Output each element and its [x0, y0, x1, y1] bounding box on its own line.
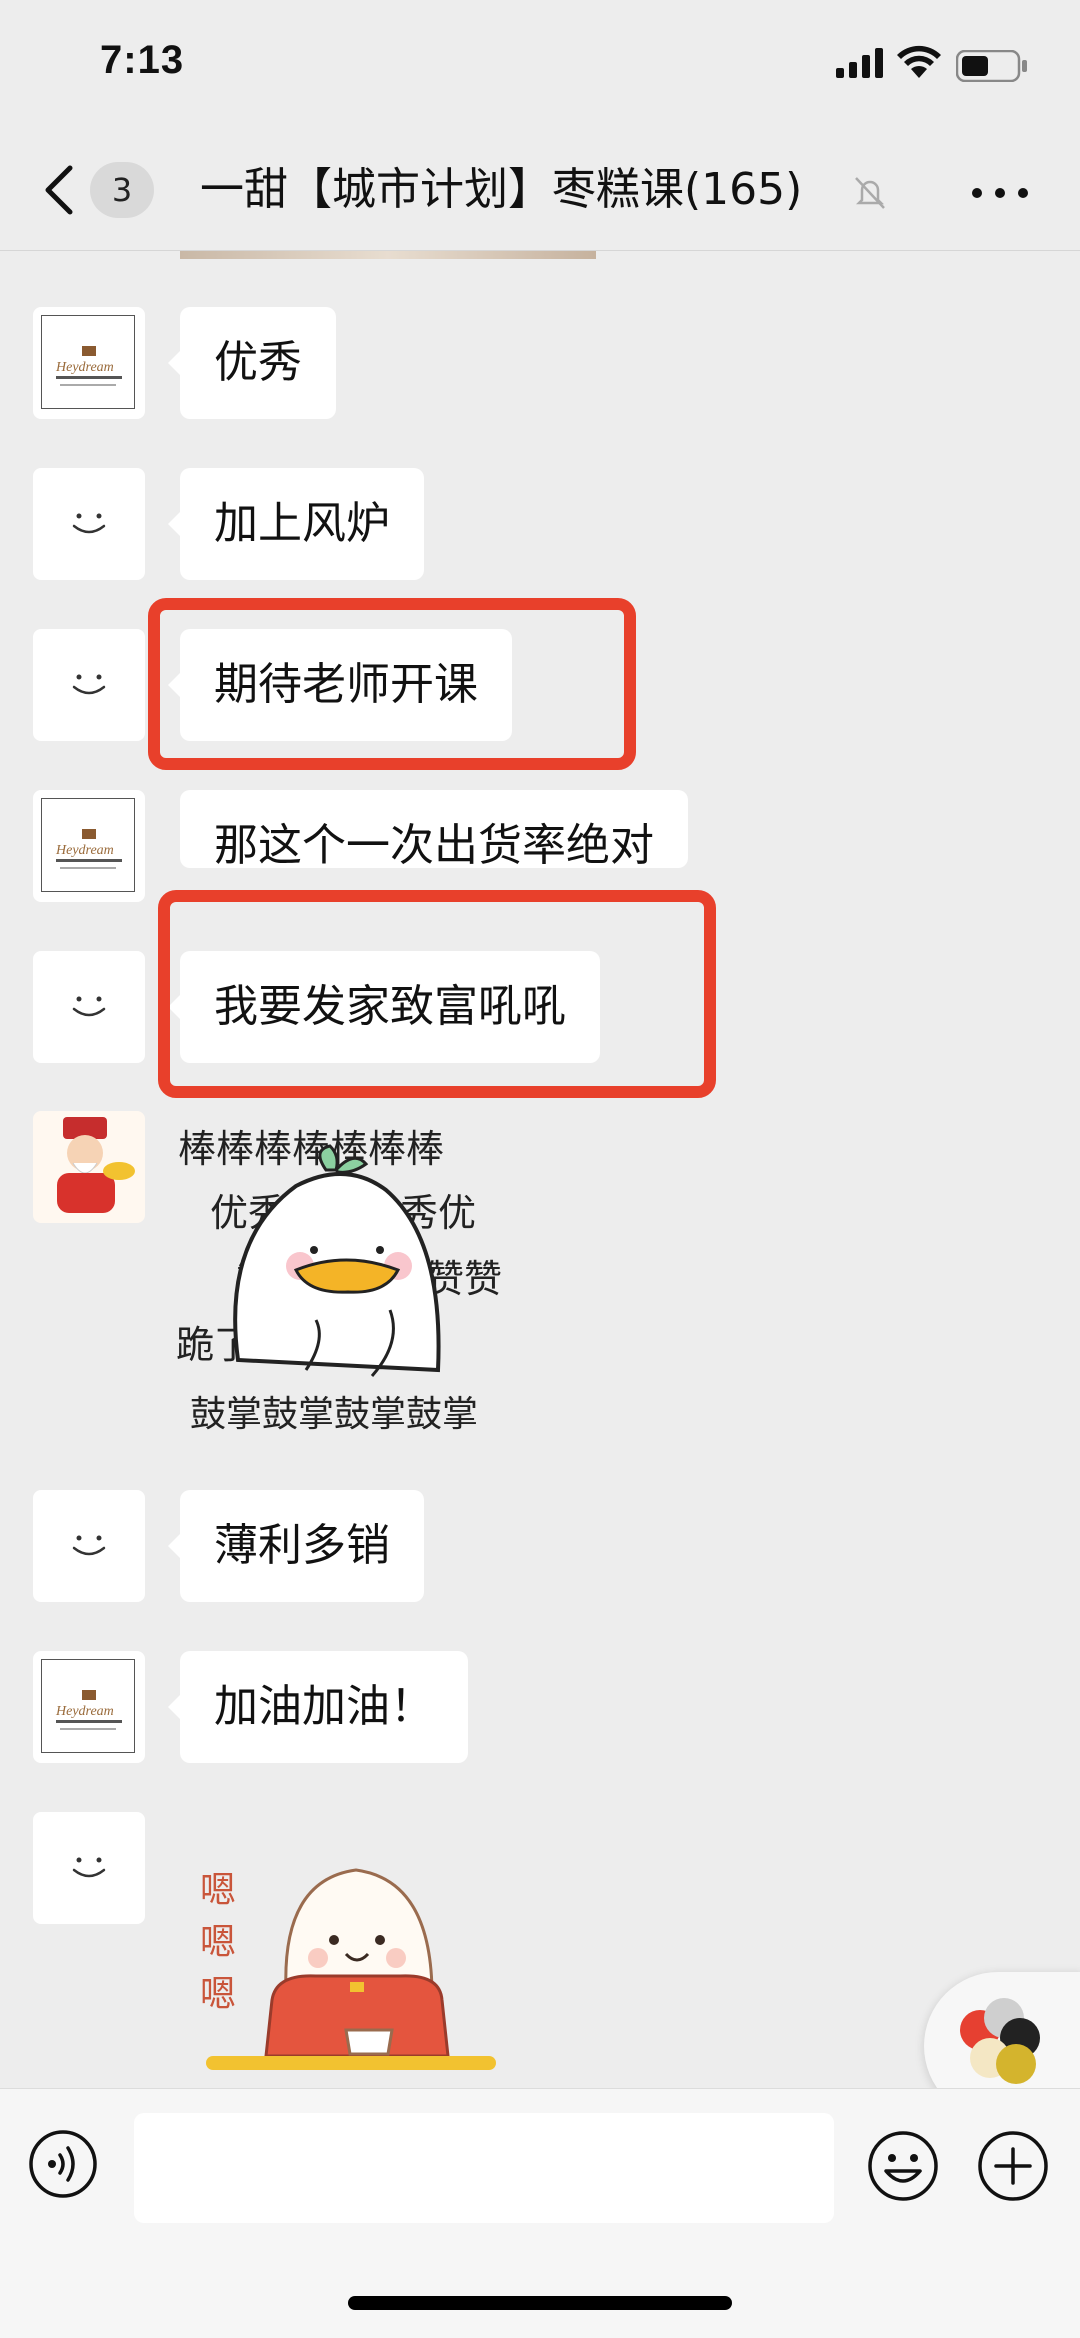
avatar-smiley[interactable] — [33, 951, 145, 1063]
heydream-logo-icon: Heydream — [41, 315, 135, 409]
more-options-button[interactable] — [972, 182, 1032, 202]
emoji-button[interactable] — [866, 2129, 940, 2203]
status-time: 7:13 — [100, 38, 185, 82]
battery-icon — [956, 50, 1027, 82]
god-of-wealth-icon — [57, 1117, 135, 1213]
smiley-face-icon — [72, 996, 106, 1017]
smiley-face-icon — [72, 674, 106, 695]
duck-applause-sticker[interactable]: 棒棒棒棒棒棒棒 优秀优秀优秀优 赞赞赞赞赞赞赞 跪了跪了跪了 鼓掌鼓掌鼓掌鼓掌 — [176, 1120, 516, 1446]
mute-bell-icon — [855, 177, 885, 209]
avatar-smiley[interactable] — [33, 1812, 145, 1924]
message-input[interactable] — [134, 2113, 834, 2223]
smiley-face-icon — [72, 1535, 106, 1556]
message-bubble[interactable]: 那这个一次出货率绝对 — [180, 790, 688, 868]
wifi-icon — [897, 45, 941, 78]
previous-image-message[interactable] — [180, 251, 596, 259]
cellular-signal-icon — [836, 48, 883, 78]
sticker-text-row: 棒棒棒棒棒棒棒 — [178, 1127, 444, 1171]
smiley-face-icon — [72, 513, 106, 534]
sticker-text: 嗯 — [200, 1974, 236, 2015]
red-highlight-box — [148, 598, 636, 770]
voice-input-button[interactable] — [28, 2129, 98, 2199]
unread-count-badge[interactable]: 3 — [90, 162, 154, 218]
heydream-logo-icon: Heydream — [41, 798, 135, 892]
avatar-heydream[interactable]: Heydream — [33, 790, 145, 902]
avatar-smiley[interactable] — [33, 468, 145, 580]
status-bar: 7:13 — [0, 0, 1080, 130]
red-highlight-box — [158, 890, 716, 1098]
more-functions-button[interactable] — [976, 2129, 1050, 2203]
chat-title: 一甜【城市计划】枣糕课(165) — [200, 164, 803, 215]
back-button[interactable] — [36, 160, 86, 220]
seal-tea-sticker[interactable]: 嗯 嗯 嗯 — [196, 1850, 506, 2088]
avatar-smiley[interactable] — [33, 629, 145, 741]
avatar-smiley[interactable] — [33, 1490, 145, 1602]
smiley-face-icon — [72, 1857, 106, 1878]
home-indicator[interactable] — [348, 2296, 732, 2310]
sticker-text-row: 鼓掌鼓掌鼓掌鼓掌 — [190, 1394, 478, 1435]
message-bubble[interactable]: 加油加油！ — [168, 1651, 468, 1763]
avatar-god-of-wealth[interactable] — [33, 1111, 145, 1223]
sticker-text: 嗯 — [200, 1922, 236, 1963]
avatar-heydream[interactable]: Heydream — [33, 307, 145, 419]
heydream-logo-icon: Heydream — [41, 1659, 135, 1753]
message-bubble[interactable]: 加上风炉 — [168, 468, 424, 580]
message-bubble[interactable]: 优秀 — [168, 307, 336, 419]
message-bubble[interactable]: 薄利多销 — [168, 1490, 424, 1602]
sticker-text: 嗯 — [200, 1870, 236, 1911]
avatar-heydream[interactable]: Heydream — [33, 1651, 145, 1763]
chat-header: 3 一甜【城市计划】枣糕课(165) — [0, 130, 1080, 251]
